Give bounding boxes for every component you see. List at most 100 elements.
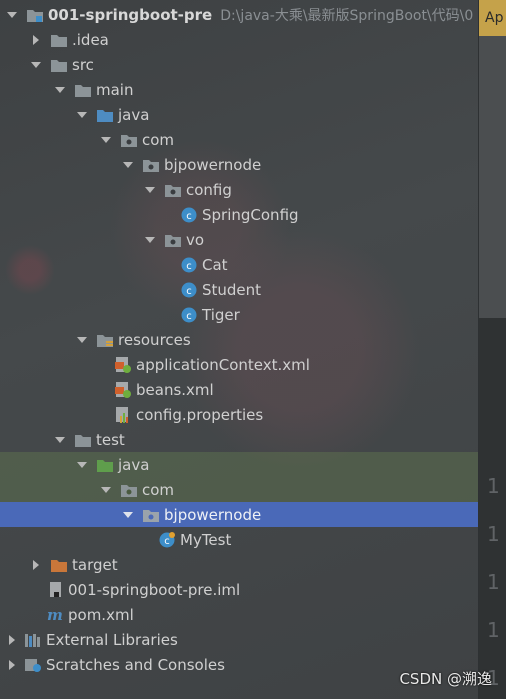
tree-label-main: main [96,80,134,99]
tree-label-bjpowernode: bjpowernode [164,155,262,174]
tree-row-config-properties[interactable]: config.properties [0,402,478,427]
tree-row-bjpowernode-test[interactable]: bjpowernode [0,502,478,527]
chevron-down-icon[interactable] [76,452,88,477]
tree-row-bjpowernode-main[interactable]: bjpowernode [0,152,478,177]
tree-label-src: src [72,55,94,74]
tree-row-student[interactable]: c Student [0,277,478,302]
line-number: 1 [487,474,500,498]
source-folder-icon [96,106,114,124]
tree-label-target: target [72,555,118,574]
line-number: 1 [487,570,500,594]
chevron-down-icon[interactable] [76,102,88,127]
libraries-icon [24,631,42,649]
tree-label-mytest: MyTest [180,530,232,549]
line-number: 1 [487,618,500,642]
svg-text:c: c [186,286,192,297]
package-icon [142,506,160,524]
chevron-down-icon[interactable] [122,502,134,527]
project-tree[interactable]: 001-springboot-pre D:\java-大乘\最新版SpringB… [0,0,478,699]
svg-text:m: m [47,607,63,623]
tree-row-vo[interactable]: vo [0,227,478,252]
tree-row-resources[interactable]: resources [0,327,478,352]
chevron-right-icon[interactable] [6,627,18,652]
tree-row-tiger[interactable]: c Tiger [0,302,478,327]
svg-text:c: c [186,211,192,222]
tree-row-src[interactable]: src [0,52,478,77]
tree-row-beans-xml[interactable]: beans.xml [0,377,478,402]
folder-icon [50,56,68,74]
tree-label-scratches: Scratches and Consoles [46,655,225,674]
tree-row-test[interactable]: test [0,427,478,452]
chevron-down-icon[interactable] [144,227,156,252]
tree-row-idea[interactable]: .idea [0,27,478,52]
folder-icon [50,31,68,49]
watermark: CSDN @溯逸 [399,670,492,688]
chevron-down-icon[interactable] [122,152,134,177]
svg-text:c: c [186,261,192,272]
spring-xml-file-icon [114,356,132,374]
tree-row-springconfig[interactable]: c SpringConfig [0,202,478,227]
tree-label-student: Student [202,280,262,299]
test-source-folder-icon [96,456,114,474]
module-folder-icon [26,6,44,24]
tree-label-test: test [96,430,125,449]
tree-row-main[interactable]: main [0,77,478,102]
chevron-down-icon[interactable] [30,52,42,77]
tree-row-external-libraries[interactable]: External Libraries [0,627,478,652]
editor-tab[interactable]: Ap [479,0,506,36]
tree-row-iml[interactable]: 001-springboot-pre.iml [0,577,478,602]
tree-label-bjpowernode-test: bjpowernode [164,505,262,524]
resources-folder-icon [96,331,114,349]
tree-label-external-libraries: External Libraries [46,630,178,649]
scratches-icon [24,656,42,674]
svg-text:c: c [186,311,192,322]
tree-row-mytest[interactable]: c MyTest [0,527,478,552]
tree-label-java: java [118,105,150,124]
chevron-down-icon[interactable] [54,427,66,452]
module-file-icon [46,581,64,599]
tree-row-com-main[interactable]: com [0,127,478,152]
chevron-right-icon[interactable] [30,27,42,52]
class-icon: c [180,306,198,324]
spring-xml-file-icon [114,381,132,399]
maven-icon: m [46,606,64,624]
package-icon [164,231,182,249]
tree-label-config-properties: config.properties [136,405,264,424]
tree-row-pom[interactable]: m pom.xml [0,602,478,627]
excluded-folder-icon [50,556,68,574]
chevron-right-icon[interactable] [30,552,42,577]
tree-label-iml: 001-springboot-pre.iml [68,580,241,599]
chevron-down-icon[interactable] [76,327,88,352]
chevron-down-icon[interactable] [54,77,66,102]
tree-row-cat[interactable]: c Cat [0,252,478,277]
tree-label-vo: vo [186,230,205,249]
tree-label-tiger: Tiger [202,305,240,324]
tree-row-project-root[interactable]: 001-springboot-pre D:\java-大乘\最新版SpringB… [0,2,478,27]
line-number: 1 [487,522,500,546]
tree-row-config[interactable]: config [0,177,478,202]
chevron-down-icon[interactable] [100,477,112,502]
project-path: D:\java-大乘\最新版SpringBoot\代码\0 [220,7,474,24]
package-icon [120,481,138,499]
tree-label-com-test: com [142,480,175,499]
editor-tab-label: Ap [485,10,504,26]
tree-row-applicationcontext-xml[interactable]: applicationContext.xml [0,352,478,377]
tree-row-java-main[interactable]: java [0,102,478,127]
package-icon [120,131,138,149]
tree-label-idea: .idea [72,30,109,49]
tree-row-com-test[interactable]: com [0,477,478,502]
project-name: 001-springboot-pre [48,5,213,24]
chevron-right-icon[interactable] [6,652,18,677]
chevron-down-icon[interactable] [144,177,156,202]
test-class-icon: c [158,531,176,549]
chevron-down-icon[interactable] [100,127,112,152]
tree-row-target[interactable]: target [0,552,478,577]
package-icon [142,156,160,174]
chevron-down-icon[interactable] [6,2,18,27]
svg-text:c: c [164,536,170,547]
class-icon: c [180,256,198,274]
package-icon [164,181,182,199]
tree-label-applicationcontext: applicationContext.xml [136,355,310,374]
tree-row-java-test[interactable]: java [0,452,478,477]
class-icon: c [180,206,198,224]
